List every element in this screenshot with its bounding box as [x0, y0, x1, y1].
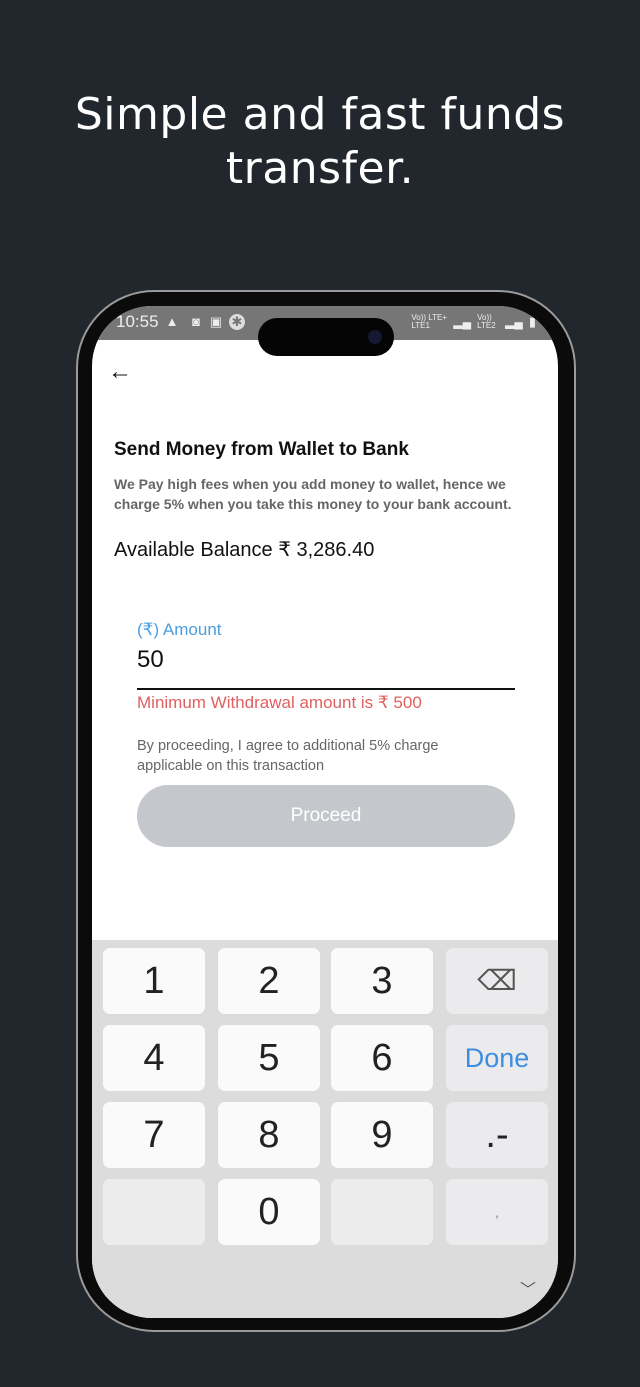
key-4[interactable]: 4: [103, 1025, 205, 1091]
arrow-left-icon[interactable]: ←: [108, 358, 132, 386]
image-icon: ▣: [209, 314, 223, 329]
amount-input[interactable]: 50: [137, 646, 164, 674]
key-5[interactable]: 5: [218, 1025, 320, 1091]
key-0[interactable]: 0: [218, 1179, 320, 1245]
dynamic-island: [258, 318, 394, 356]
signal-icon: ▂▄: [453, 315, 472, 329]
chevron-down-icon[interactable]: ﹀: [520, 1276, 536, 1300]
signal-icon: ▂▄: [505, 315, 523, 329]
key-.-[interactable]: .-: [446, 1102, 548, 1168]
status-time: 10:55: [116, 312, 159, 331]
page-title: Send Money from Wallet to Bank: [114, 439, 409, 460]
backspace-key[interactable]: ⌫: [446, 948, 548, 1014]
warning-icon: ▲: [165, 314, 179, 329]
camera-icon: [368, 330, 382, 344]
amount-underline: [137, 688, 515, 690]
key-7[interactable]: 7: [103, 1102, 205, 1168]
key-,[interactable]: ,: [446, 1179, 548, 1245]
key-8[interactable]: 8: [218, 1102, 320, 1168]
key-2[interactable]: 2: [218, 948, 320, 1014]
headline: Simple and fast funds transfer.: [74, 89, 566, 194]
amount-error: Minimum Withdrawal amount is ₹ 500: [137, 693, 422, 712]
pinwheel-icon: ✱: [229, 314, 245, 330]
page-description: We Pay high fees when you add money to w…: [114, 476, 512, 512]
network-indicators: Vo)) LTE+ LTE1 ▂▄ Vo)) LTE2 ▂▄ ▮: [411, 314, 536, 330]
agreement-text: By proceeding, I agree to additional 5% …: [137, 738, 439, 774]
key-3[interactable]: 3: [331, 948, 433, 1014]
network-sim1: Vo)) LTE+ LTE1: [411, 313, 448, 330]
battery-icon: ▮: [528, 314, 536, 329]
key-1[interactable]: 1: [103, 948, 205, 1014]
numeric-keyboard: ﹀ 1 2 3 ⌫ 4 5 6 Done 7 8 9 .- 0,: [92, 940, 558, 1318]
blank-key[interactable]: [103, 1179, 205, 1245]
blank-key[interactable]: [331, 1179, 433, 1245]
done-key[interactable]: Done: [446, 1025, 548, 1091]
proceed-button[interactable]: Proceed: [137, 785, 515, 847]
phone-screen: 10:55 ▲ ◙ ▣ ✱ Vo)) LTE+ LTE1 ▂▄ Vo)) LTE…: [92, 306, 558, 1318]
key-9[interactable]: 9: [331, 1102, 433, 1168]
network-sim2: Vo)) LTE2: [477, 313, 496, 330]
key-6[interactable]: 6: [331, 1025, 433, 1091]
available-balance: Available Balance ₹ 3,286.40: [114, 539, 375, 561]
wifi-icon: ◙: [192, 314, 200, 329]
amount-label: (₹) Amount: [137, 620, 222, 639]
